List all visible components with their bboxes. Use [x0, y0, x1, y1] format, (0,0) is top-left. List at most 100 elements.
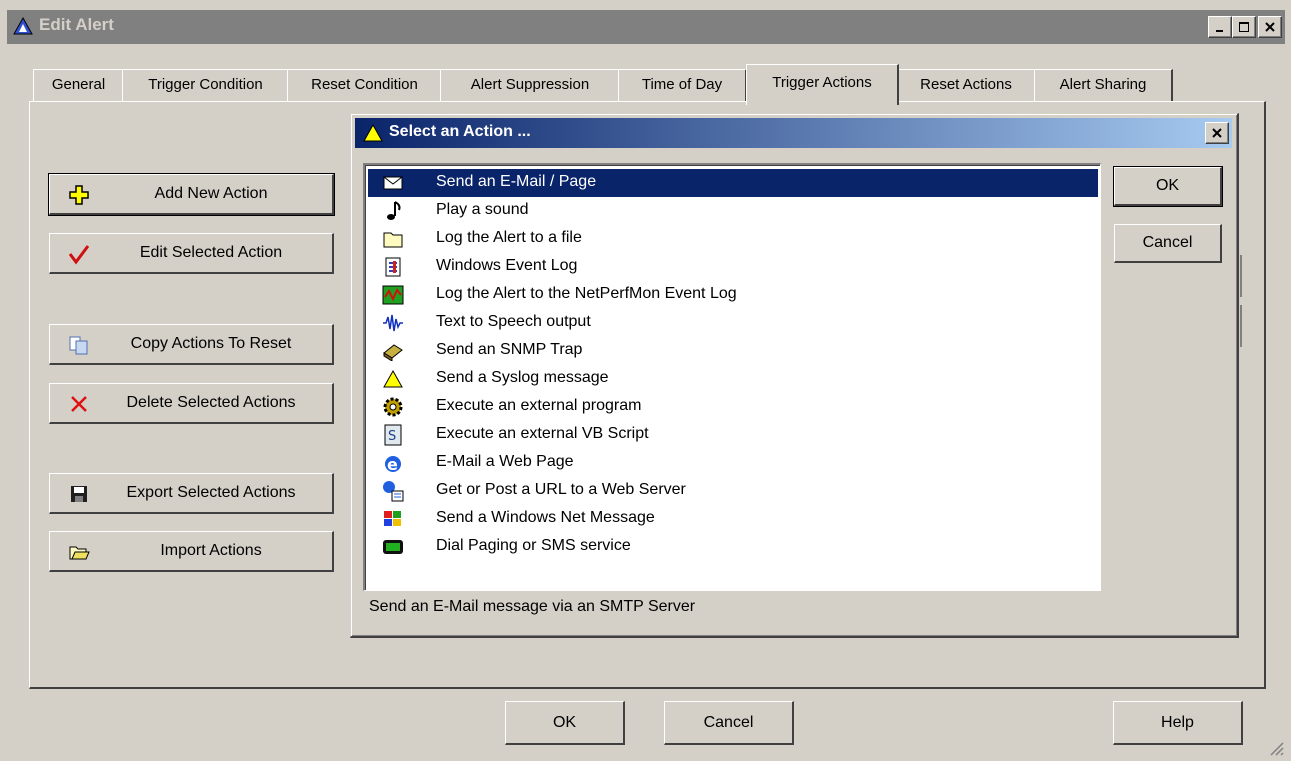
svg-text:S: S [388, 429, 396, 444]
help-label: Help [1161, 713, 1194, 731]
list-item-snmp-trap[interactable]: Send an SNMP Trap [368, 337, 1098, 365]
window-title: Edit Alert [39, 15, 114, 34]
tab-alert-sharing[interactable]: Alert Sharing [1034, 69, 1173, 102]
cancel-label: Cancel [703, 713, 754, 731]
event-log-icon [382, 256, 404, 278]
save-icon [68, 483, 90, 505]
dialog-cancel-label: Cancel [1142, 234, 1193, 251]
tab-label: Alert Suppression [470, 76, 590, 93]
actions-list[interactable]: Send an E-Mail / Page Play a sound Log t… [363, 163, 1101, 591]
list-item-label: Dial Paging or SMS service [436, 537, 631, 554]
tab-alert-suppression[interactable]: Alert Suppression [440, 69, 621, 102]
minimize-icon [1216, 30, 1223, 32]
list-item-send-email[interactable]: Send an E-Mail / Page [368, 169, 1098, 197]
list-item-label: Send a Windows Net Message [436, 509, 655, 526]
window-titlebar[interactable]: Edit Alert [7, 10, 1285, 44]
help-button[interactable]: Help [1113, 701, 1243, 745]
dialog-titlebar[interactable]: Select an Action ... [355, 118, 1232, 148]
divider [1240, 305, 1242, 347]
tab-label: Trigger Actions [772, 74, 872, 91]
maximize-button[interactable] [1232, 16, 1256, 38]
dialog-cancel-button[interactable]: Cancel [1114, 224, 1222, 263]
import-actions-button[interactable]: Import Actions [49, 531, 334, 572]
list-item-syslog[interactable]: Send a Syslog message [368, 365, 1098, 393]
list-item-label: Execute an external VB Script [436, 425, 649, 442]
delete-selected-actions-button[interactable]: Delete Selected Actions [49, 383, 334, 424]
tab-label: General [51, 76, 106, 93]
tab-trigger-condition[interactable]: Trigger Condition [122, 69, 290, 102]
tab-label: Trigger Condition [148, 76, 263, 93]
tab-label: Reset Condition [311, 76, 418, 93]
delete-icon [68, 393, 90, 415]
ok-label: OK [552, 713, 577, 731]
list-item-dial-paging[interactable]: Dial Paging or SMS service [368, 533, 1098, 561]
resize-grip[interactable] [1266, 738, 1284, 756]
tab-reset-condition[interactable]: Reset Condition [287, 69, 443, 102]
snmp-icon [382, 340, 404, 362]
script-icon: S [382, 424, 404, 446]
app-icon [13, 16, 33, 36]
envelope-icon [382, 172, 404, 194]
dialog-ok-label: OK [1155, 177, 1180, 194]
list-item-label: Send a Syslog message [436, 369, 609, 386]
edit-selected-action-button[interactable]: Edit Selected Action [49, 233, 334, 274]
maximize-icon [1239, 22, 1249, 32]
list-item-label: Text to Speech output [436, 313, 591, 330]
import-actions-label: Import Actions [160, 542, 262, 559]
checkmark-icon [68, 243, 90, 265]
list-item-vb-script[interactable]: S Execute an external VB Script [368, 421, 1098, 449]
copy-actions-to-reset-button[interactable]: Copy Actions To Reset [49, 324, 334, 365]
list-item-url-web-server[interactable]: Get or Post a URL to a Web Server [368, 477, 1098, 505]
divider [1240, 255, 1242, 297]
copy-icon [68, 334, 90, 356]
list-item-windows-event-log[interactable]: Windows Event Log [368, 253, 1098, 281]
action-description: Send an E-Mail message via an SMTP Serve… [369, 598, 696, 615]
list-item-label: E-Mail a Web Page [436, 453, 574, 470]
warning-triangle-icon [382, 368, 404, 390]
list-item-netperfmon-log[interactable]: Log the Alert to the NetPerfMon Event Lo… [368, 281, 1098, 309]
netperfmon-icon [382, 284, 404, 306]
tab-trigger-actions[interactable]: Trigger Actions [746, 64, 899, 105]
edit-selected-action-label: Edit Selected Action [139, 244, 283, 261]
list-item-text-to-speech[interactable]: Text to Speech output [368, 309, 1098, 337]
list-item-windows-net-message[interactable]: Send a Windows Net Message [368, 505, 1098, 533]
export-selected-actions-button[interactable]: Export Selected Actions [49, 473, 334, 514]
waveform-icon [382, 312, 404, 334]
add-new-action-label: Add New Action [154, 185, 268, 202]
export-selected-actions-label: Export Selected Actions [126, 484, 296, 501]
delete-selected-actions-label: Delete Selected Actions [126, 394, 296, 411]
list-item-email-web-page[interactable]: e E-Mail a Web Page [368, 449, 1098, 477]
tab-time-of-day[interactable]: Time of Day [618, 69, 747, 102]
list-item-label: Play a sound [436, 201, 529, 218]
internet-explorer-icon: e [382, 452, 404, 474]
svg-text:e: e [387, 455, 398, 474]
list-item-label: Get or Post a URL to a Web Server [436, 481, 686, 498]
list-item-play-sound[interactable]: Play a sound [368, 197, 1098, 225]
list-item-label: Log the Alert to the NetPerfMon Event Lo… [436, 285, 737, 302]
list-item-label: Send an E-Mail / Page [436, 173, 597, 190]
cancel-button[interactable]: Cancel [664, 701, 794, 745]
open-folder-icon [68, 541, 90, 563]
plus-icon [68, 184, 90, 206]
add-new-action-button[interactable]: Add New Action [48, 173, 335, 216]
select-action-dialog: Select an Action ... Send an E-Mail / Pa… [350, 113, 1239, 638]
tab-general[interactable]: General [33, 69, 125, 102]
list-item-label: Execute an external program [436, 397, 642, 414]
tab-reset-actions[interactable]: Reset Actions [896, 69, 1037, 102]
dialog-ok-button[interactable]: OK [1113, 166, 1223, 207]
list-item-log-file[interactable]: Log the Alert to a file [368, 225, 1098, 253]
list-item-external-program[interactable]: Execute an external program [368, 393, 1098, 421]
close-icon [1212, 128, 1222, 138]
windows-message-icon [382, 508, 404, 530]
warning-triangle-icon [363, 123, 383, 143]
list-item-label: Windows Event Log [436, 257, 578, 274]
music-note-icon [382, 200, 404, 222]
minimize-button[interactable] [1208, 16, 1232, 38]
web-server-icon [382, 480, 404, 502]
dialog-close-button[interactable] [1205, 122, 1229, 144]
close-button[interactable] [1258, 16, 1282, 38]
gear-icon [382, 396, 404, 418]
tab-label: Time of Day [641, 76, 723, 93]
resize-grip-icon [1270, 742, 1284, 756]
ok-button[interactable]: OK [505, 701, 625, 745]
